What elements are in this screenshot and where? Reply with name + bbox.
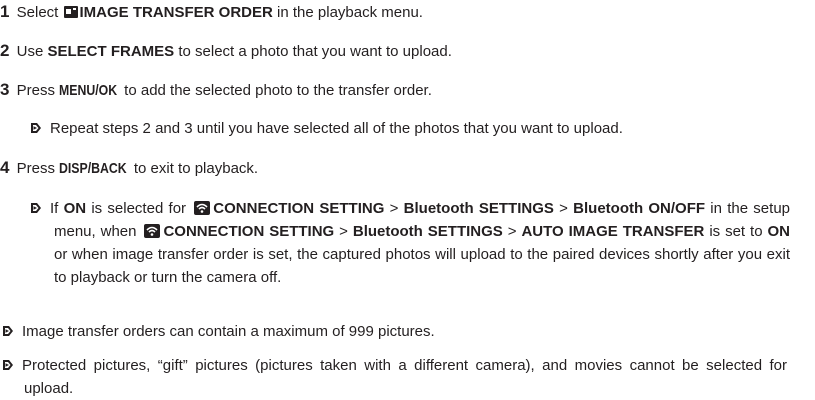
note-text: or when image transfer order is set, the… bbox=[54, 246, 790, 286]
wireless-icon bbox=[194, 201, 211, 215]
note-text: > bbox=[559, 200, 568, 217]
step-text: Use bbox=[16, 43, 44, 60]
step-3-note: Repeat steps 2 and 3 until you have sele… bbox=[30, 119, 815, 139]
menu-item-name: SELECT FRAMES bbox=[47, 43, 175, 60]
step-1: 1 Select IMAGE TRANSFER ORDER in the pla… bbox=[0, 2, 815, 23]
note-text: > bbox=[389, 200, 399, 217]
note-text: is selected for bbox=[91, 200, 187, 217]
menu-item-name: IMAGE TRANSFER ORDER bbox=[79, 4, 273, 21]
note-text: Protected pictures, “gift” pictures (pic… bbox=[22, 357, 787, 397]
wireless-icon bbox=[144, 224, 161, 238]
step-text: Select bbox=[16, 4, 59, 21]
step-3: 3 Press MENU/OK to add the selected phot… bbox=[0, 80, 815, 101]
general-note-1: Image transfer orders can contain a maxi… bbox=[2, 322, 815, 342]
note-text: > bbox=[507, 223, 517, 240]
note-icon bbox=[3, 326, 13, 336]
note-text: Repeat steps 2 and 3 until you have sele… bbox=[50, 120, 623, 137]
step-number: 3 bbox=[0, 80, 10, 99]
menu-item-name: CONNECTION SETTING bbox=[163, 223, 335, 240]
general-note-2: Protected pictures, “gift” pictures (pic… bbox=[2, 354, 787, 400]
step-2: 2 Use SELECT FRAMES to select a photo th… bbox=[0, 41, 815, 62]
button-name: DISP/BACK bbox=[59, 160, 127, 177]
instruction-page: 1 Select IMAGE TRANSFER ORDER in the pla… bbox=[0, 0, 815, 400]
button-name: MENU/OK bbox=[59, 82, 118, 99]
menu-item-name: Bluetooth SETTINGS bbox=[403, 200, 554, 217]
step-number: 1 bbox=[0, 2, 10, 21]
note-icon bbox=[31, 203, 41, 213]
setting-value: ON bbox=[767, 223, 790, 240]
step-number: 4 bbox=[0, 158, 10, 177]
menu-item-name: Bluetooth SETTINGS bbox=[352, 223, 503, 240]
step-number: 2 bbox=[0, 41, 10, 60]
menu-item-name: AUTO IMAGE TRANSFER bbox=[521, 223, 705, 240]
menu-item-name: Bluetooth ON/OFF bbox=[573, 200, 706, 217]
note-icon bbox=[3, 360, 13, 370]
image-transfer-icon bbox=[63, 6, 78, 18]
note-text: Image transfer orders can contain a maxi… bbox=[22, 323, 435, 340]
step-text: to select a photo that you want to uploa… bbox=[178, 43, 452, 60]
step-text: to exit to playback. bbox=[133, 160, 259, 177]
step-text: in the playback menu. bbox=[277, 4, 423, 21]
step-text: to add the selected photo to the transfe… bbox=[124, 82, 432, 99]
note-text: If bbox=[50, 200, 59, 217]
note-text: > bbox=[339, 223, 348, 240]
menu-item-name: CONNECTION SETTING bbox=[213, 200, 385, 217]
step-text: Press bbox=[16, 82, 55, 99]
step-4: 4 Press DISP/BACK to exit to playback. bbox=[0, 158, 815, 179]
note-text: is set to bbox=[709, 223, 763, 240]
note-icon bbox=[31, 123, 41, 133]
step-text: Press bbox=[16, 160, 55, 177]
step-4-note: If ON is selected for CONNECTION SETTING… bbox=[30, 197, 790, 289]
setting-value: ON bbox=[63, 200, 87, 217]
